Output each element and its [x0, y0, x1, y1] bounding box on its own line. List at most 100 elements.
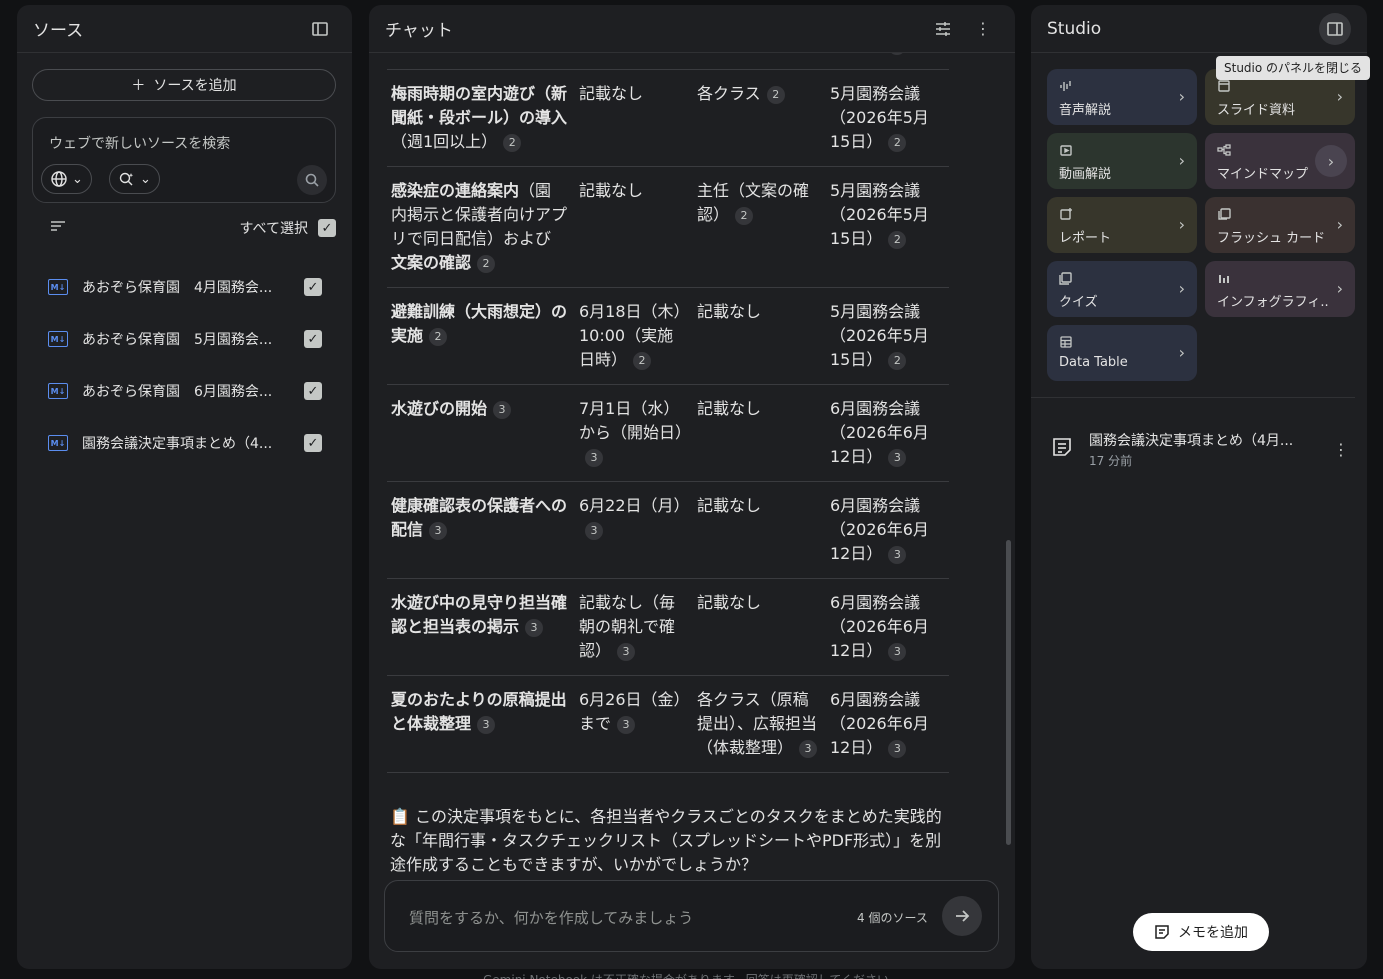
source-meeting: 6月園務会議（2026年6月12日）	[830, 399, 929, 466]
tile-flashcards[interactable]: フラッシュ カード ›	[1205, 197, 1355, 253]
table-icon	[1059, 335, 1185, 351]
research-mode-dropdown[interactable]: ⌄	[109, 164, 160, 194]
close-studio-panel-icon[interactable]	[1319, 12, 1351, 45]
video-icon	[1059, 143, 1185, 159]
decision-item: 避難訓練（大雨想定）の実施	[391, 302, 568, 345]
web-search-input[interactable]: ウェブで新しいソースを検索	[49, 133, 230, 153]
table-cell: （2026年4月10日）1	[826, 53, 949, 70]
markdown-file-icon: M↓	[48, 331, 68, 347]
flashcard-icon	[1217, 207, 1343, 223]
tile-label: 動画解説	[1059, 167, 1112, 182]
tile-infographic[interactable]: インフォグラフィ... ›	[1205, 261, 1355, 317]
list-item[interactable]: M↓ 園務会議決定事項まとめ（4... ✓	[32, 417, 336, 469]
tile-label: レポート	[1059, 231, 1112, 246]
table-row: の点検と補充1まで1 （2026年4月10日）1	[387, 53, 949, 70]
assignee: 各クラス	[697, 84, 761, 103]
web-search-box[interactable]: ウェブで新しいソースを検索 ⌄ ⌄	[32, 117, 336, 203]
assignee: 記載なし	[697, 399, 762, 418]
citation-badge: 3	[617, 642, 636, 661]
citation-badge: 3	[799, 739, 818, 758]
table-row: 水遊び中の見守り担当確認と担当表の掲示 3 記載なし（毎朝の朝礼で確認） 3 記載なし 6…	[387, 578, 949, 676]
source-name: あおぞら保育園 4月園務会...	[82, 280, 273, 296]
decision-item: 感染症の連絡案内	[391, 181, 520, 200]
table-cell: 夏のおたよりの原稿提出と体裁整理 3	[387, 675, 575, 773]
add-source-label: ソースを追加	[153, 78, 237, 94]
table-cell: 水遊びの開始 3	[387, 384, 575, 482]
plus-icon: ＋	[131, 78, 146, 94]
markdown-file-icon: M↓	[48, 435, 68, 451]
table-cell: 各クラス 2	[693, 69, 826, 167]
chat-input[interactable]: 質問をするか、何かを作成してみましょう	[409, 907, 693, 928]
chevron-down-icon: ⌄	[72, 171, 83, 187]
note-timestamp: 17 分前	[1089, 453, 1133, 468]
list-item[interactable]: M↓ あおぞら保育園 4月園務会... ✓	[32, 261, 336, 313]
disclaimer: Gemini Notebook は不正確な場合があります。回答は再確認してくださ…	[369, 969, 1015, 979]
source-meeting: 5月園務会議（2026年5月15日）	[830, 84, 929, 151]
select-all-checkbox[interactable]: ✓	[318, 219, 336, 237]
source-name: あおぞら保育園 6月園務会...	[82, 384, 273, 400]
source-meeting: 6月園務会議（2026年6月12日）	[830, 593, 929, 660]
source-checkbox[interactable]: ✓	[304, 278, 322, 296]
chat-composer[interactable]: 質問をするか、何かを作成してみましょう 4 個のソース	[384, 880, 999, 952]
chat-scrollbar[interactable]	[1006, 540, 1011, 845]
web-source-dropdown[interactable]: ⌄	[41, 164, 92, 194]
source-checkbox[interactable]: ✓	[304, 330, 322, 348]
tile-report[interactable]: レポート ›	[1047, 197, 1197, 253]
tile-data-table[interactable]: Data Table ›	[1047, 325, 1197, 381]
deadline: 6月22日（月）	[579, 496, 690, 515]
send-button[interactable]	[942, 896, 982, 936]
source-count: 4 個のソース	[857, 911, 928, 925]
studio-header: Studio	[1031, 5, 1367, 53]
citation-badge: 2	[766, 85, 785, 104]
source-meeting: 5月園務会議（2026年5月15日）	[830, 302, 929, 369]
deadline: 7月1日（水）から（開始日）	[579, 399, 692, 442]
add-source-button[interactable]: ＋ ソースを追加	[32, 69, 336, 101]
tile-label: 音声解説	[1059, 103, 1112, 118]
table-cell: 梅雨時期の室内遊び（新聞紙・段ボール）の導入 （週1回以上） 2	[387, 69, 575, 167]
collapse-panel-icon[interactable]	[304, 13, 336, 45]
chevron-right-icon: ›	[1315, 145, 1347, 177]
filter-icon[interactable]	[50, 220, 66, 236]
tile-quiz[interactable]: クイズ ›	[1047, 261, 1197, 317]
report-icon	[1059, 207, 1185, 223]
chevron-right-icon: ›	[1178, 215, 1185, 234]
assignee: 記載なし	[697, 593, 762, 612]
citation-badge: 2	[477, 254, 496, 273]
tune-settings-icon[interactable]	[927, 13, 959, 45]
tile-video-overview[interactable]: 動画解説 ›	[1047, 133, 1197, 189]
table-cell: 健康確認表の保護者への配信 3	[387, 481, 575, 579]
more-vert-icon[interactable]: ⋮	[967, 13, 999, 45]
decision-item: 水遊びの開始	[391, 399, 488, 418]
tile-label: クイズ	[1059, 295, 1098, 310]
citation-badge: 2	[888, 133, 907, 152]
table-cell: 記載なし	[693, 287, 826, 385]
tile-audio-overview[interactable]: 音声解説 ›	[1047, 69, 1197, 125]
sources-panel: ソース ＋ ソースを追加 ウェブで新しいソースを検索 ⌄ ⌄ すべて選択 ✓ M…	[17, 5, 352, 969]
add-memo-button[interactable]: メモを追加	[1133, 913, 1269, 951]
globe-icon	[51, 171, 67, 187]
citation-badge: 3	[477, 715, 496, 734]
citation-badge: 1	[888, 53, 907, 55]
assignee: 主任（文案の確認）	[697, 181, 810, 224]
citation-badge: 3	[429, 521, 448, 540]
deadline: 6月18日（木）10:00（実施日時）	[579, 302, 682, 369]
tile-label: インフォグラフィ...	[1217, 295, 1329, 310]
source-checkbox[interactable]: ✓	[304, 434, 322, 452]
citation-badge: 3	[493, 400, 512, 419]
tile-mindmap[interactable]: マインドマップ ›	[1205, 133, 1355, 189]
source-checkbox[interactable]: ✓	[304, 382, 322, 400]
decision-note: （週1回以上）	[391, 132, 498, 151]
chat-messages[interactable]: の点検と補充1まで1 （2026年4月10日）1 梅雨時期の室内遊び（新聞紙・段ボー…	[369, 53, 1015, 883]
citation-badge: 3	[585, 448, 603, 467]
search-submit-button[interactable]	[297, 165, 327, 195]
saved-note-item[interactable]: 園務会議決定事項まとめ（4月... 17 分前 ⋮	[1051, 427, 1351, 471]
tile-label: マインドマップ	[1217, 167, 1309, 182]
list-item[interactable]: M↓ あおぞら保育園 6月園務会... ✓	[32, 365, 336, 417]
table-cell: 5月園務会議（2026年5月15日） 2	[826, 287, 949, 385]
note-title: 園務会議決定事項まとめ（4月...	[1089, 432, 1294, 449]
table-row: 水遊びの開始 3 7月1日（水）から（開始日） 3 記載なし 6月園務会議（2026年6月…	[387, 384, 949, 482]
tooltip: Studio のパネルを閉じる	[1216, 56, 1371, 80]
list-item[interactable]: M↓ あおぞら保育園 5月園務会... ✓	[32, 313, 336, 365]
more-vert-icon[interactable]: ⋮	[1331, 440, 1351, 459]
table-cell	[693, 53, 826, 70]
